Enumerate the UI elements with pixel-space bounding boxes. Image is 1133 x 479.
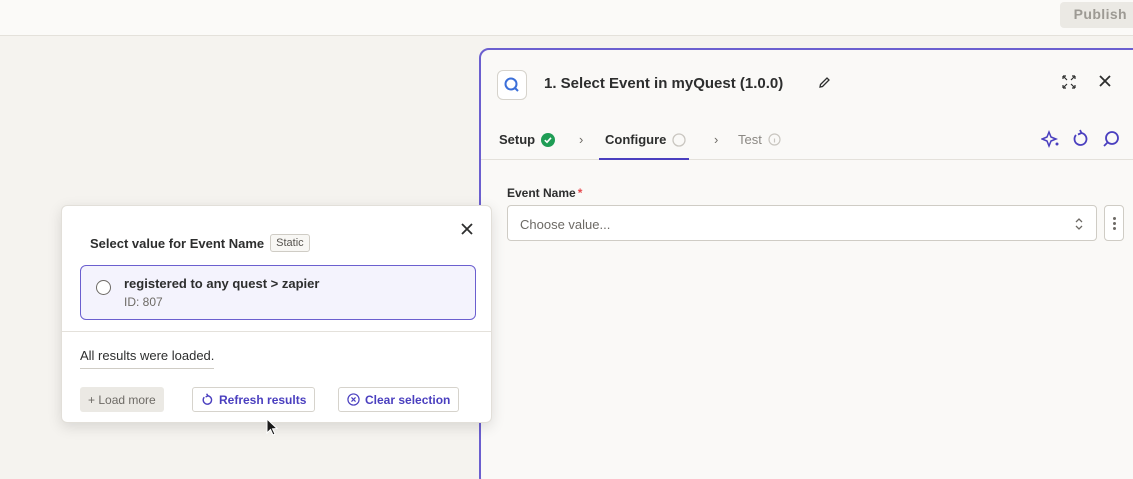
option-item[interactable]: registered to any quest > zapier ID: 807 xyxy=(80,265,476,320)
tab-setup-label: Setup xyxy=(499,132,536,147)
cursor-icon xyxy=(266,417,280,443)
tab-test[interactable]: Test xyxy=(738,132,781,147)
refresh-results-button[interactable]: Refresh results xyxy=(192,387,316,412)
kebab-icon[interactable] xyxy=(1104,205,1124,241)
step-config-panel: 1. Select Event in myQuest (1.0.0) Setup… xyxy=(479,48,1133,479)
popup-title-text: Select value for Event Name xyxy=(90,235,265,251)
radio-button[interactable] xyxy=(96,280,111,295)
clear-selection-button[interactable]: Clear selection xyxy=(338,387,460,412)
publish-button[interactable]: Publish xyxy=(1059,2,1133,28)
divider xyxy=(62,331,491,332)
tab-configure[interactable]: Configure xyxy=(605,132,687,147)
results-status: All results were loaded. xyxy=(80,348,215,369)
event-name-select[interactable]: Choose value... xyxy=(507,205,1097,241)
tab-setup[interactable]: Setup xyxy=(499,132,556,147)
chevron-right-icon: › xyxy=(714,132,719,147)
empty-circle-icon xyxy=(672,132,687,147)
option-id: ID: 807 xyxy=(124,295,163,309)
info-circle-icon xyxy=(768,133,781,146)
close-icon[interactable] xyxy=(1097,73,1113,94)
static-badge: Static xyxy=(270,234,310,252)
tab-test-label: Test xyxy=(738,132,762,147)
refresh-small-icon xyxy=(202,393,213,405)
refresh-results-label: Refresh results xyxy=(219,392,307,407)
sparkle-icon[interactable] xyxy=(1039,129,1061,154)
required-mark: * xyxy=(577,186,583,200)
popup-title: Select value for Event Name Static xyxy=(90,234,310,252)
app-logo-icon xyxy=(497,70,527,100)
step-tabs: Setup › Configure › Test xyxy=(481,118,1133,160)
refresh-icon[interactable] xyxy=(1071,129,1091,154)
pencil-icon[interactable] xyxy=(818,76,831,94)
event-name-label: Event Name * xyxy=(507,186,582,200)
option-label: registered to any quest > zapier xyxy=(124,276,320,291)
event-name-label-text: Event Name xyxy=(507,186,576,200)
panel-title: 1. Select Event in myQuest (1.0.0) xyxy=(544,75,784,92)
active-tab-indicator xyxy=(599,158,689,160)
clear-selection-label: Clear selection xyxy=(365,392,451,407)
check-circle-icon xyxy=(541,132,556,147)
updown-icon xyxy=(1075,218,1083,230)
select-placeholder: Choose value... xyxy=(520,217,611,232)
load-more-button[interactable]: + Load more xyxy=(80,387,164,412)
tab-configure-label: Configure xyxy=(605,132,667,147)
value-picker-popup: Select value for Event Name Static regis… xyxy=(61,205,492,423)
panel-header: 1. Select Event in myQuest (1.0.0) xyxy=(481,50,1133,118)
search-icon[interactable] xyxy=(1101,129,1121,154)
close-icon[interactable] xyxy=(460,222,474,241)
clear-circle-icon xyxy=(347,393,360,406)
chevron-right-icon: › xyxy=(579,132,584,147)
top-bar: Publish xyxy=(0,0,1133,36)
expand-icon[interactable] xyxy=(1061,74,1077,95)
